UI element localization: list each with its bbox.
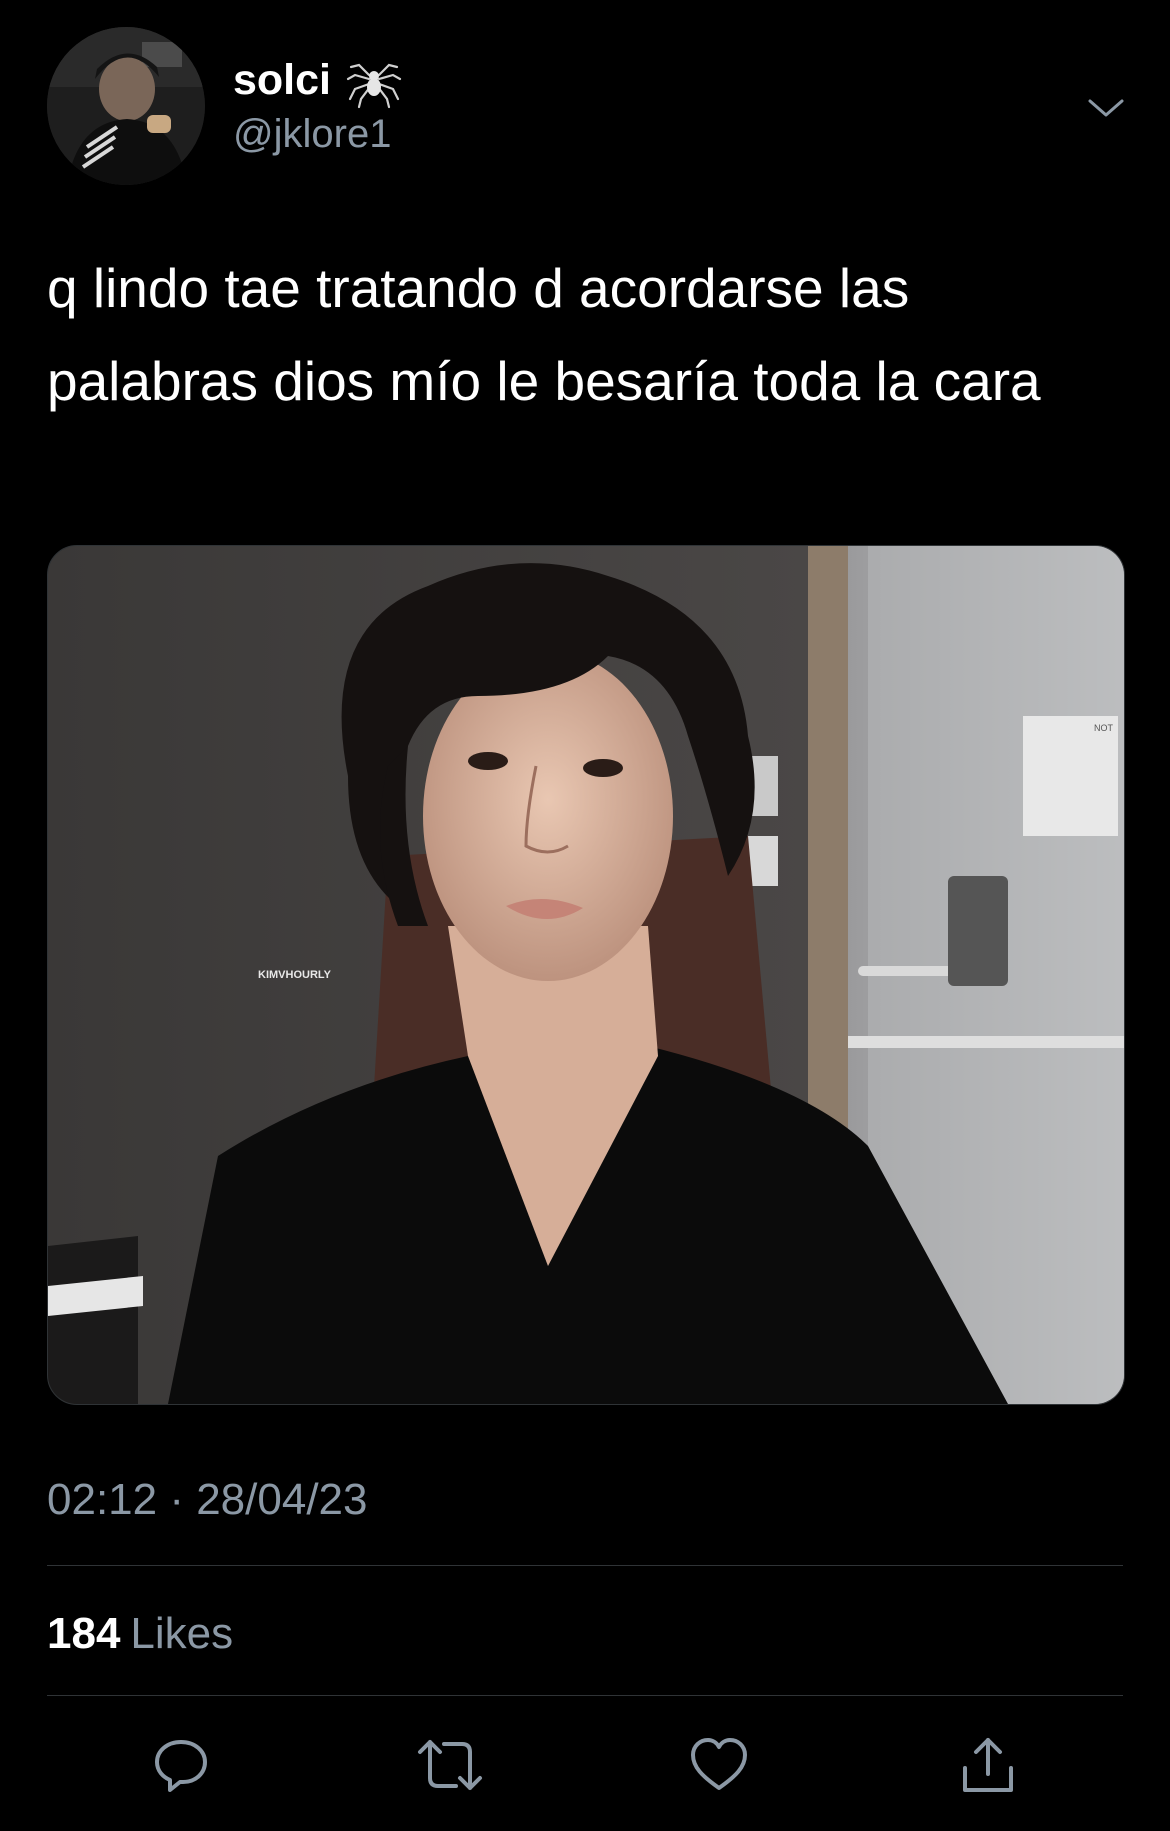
avatar-image bbox=[47, 27, 205, 185]
divider bbox=[47, 1565, 1123, 1566]
author-name-row[interactable]: solci bbox=[233, 50, 403, 110]
tweet-detail: solci @jklore1 q lindo tae tratando d ac… bbox=[0, 0, 1170, 1831]
media-sign-text: NOT bbox=[1094, 723, 1114, 733]
tweet-text: q lindo tae tratando d acordarse las pal… bbox=[47, 257, 1041, 412]
divider bbox=[47, 1695, 1123, 1696]
likes-stat[interactable]: 184 Likes bbox=[47, 1612, 233, 1656]
avatar[interactable] bbox=[47, 27, 205, 185]
likes-count: 184 bbox=[47, 1609, 121, 1658]
tweet-timestamp[interactable]: 02:12 · 28/04/23 bbox=[47, 1478, 367, 1522]
retweet-icon bbox=[418, 1740, 482, 1790]
media-watermark: KIMVHOURLY bbox=[258, 969, 332, 981]
share-button[interactable] bbox=[953, 1730, 1023, 1800]
author-display-name[interactable]: solci bbox=[233, 58, 331, 102]
retweet-button[interactable] bbox=[415, 1730, 485, 1800]
reply-button[interactable] bbox=[146, 1730, 216, 1800]
likes-label: Likes bbox=[130, 1609, 234, 1658]
share-icon bbox=[963, 1738, 1013, 1792]
reply-icon bbox=[155, 1740, 207, 1792]
more-options-chevron-icon[interactable] bbox=[1086, 88, 1126, 128]
like-button[interactable] bbox=[684, 1730, 754, 1800]
tweet-media-photo[interactable]: KIMVHOURLY NOT bbox=[47, 545, 1125, 1405]
spider-icon bbox=[345, 51, 403, 109]
author-handle[interactable]: @jklore1 bbox=[233, 114, 391, 154]
media-image: KIMVHOURLY NOT bbox=[48, 546, 1124, 1404]
heart-icon bbox=[691, 1738, 747, 1790]
